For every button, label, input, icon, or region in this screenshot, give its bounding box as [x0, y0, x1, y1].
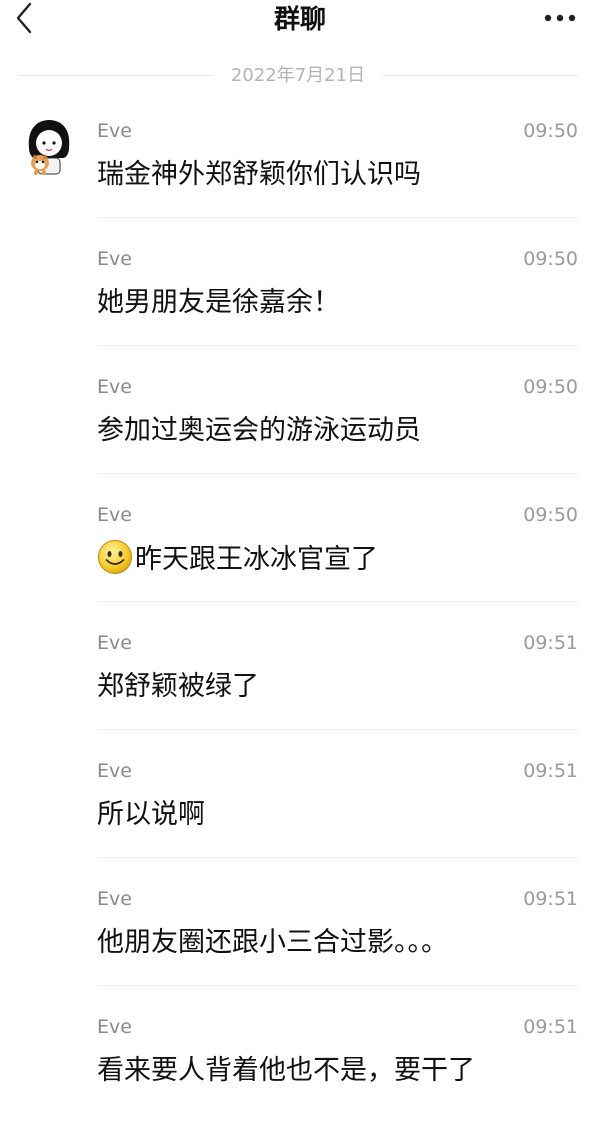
- message-item[interactable]: Eve 09:51 他朋友圈还跟小三合过影。。。: [0, 873, 600, 1001]
- sender-name: Eve: [97, 632, 132, 654]
- sender-name: Eve: [97, 376, 132, 398]
- message-text-with-emoji: 昨天跟王冰冰官宣了: [97, 539, 577, 580]
- sender-name: Eve: [97, 120, 132, 142]
- message-time: 09:50: [523, 248, 578, 270]
- message-item[interactable]: Eve 09:51 看来要人背着他也不是，要干了: [0, 1001, 600, 1129]
- smile-emoji-icon: [98, 540, 132, 574]
- message-item[interactable]: Eve 09:50 瑞金神外郑舒颖你们认识吗: [0, 105, 600, 233]
- sender-name: Eve: [97, 504, 132, 526]
- message-time: 09:50: [523, 504, 578, 526]
- message-list: Eve 09:50 瑞金神外郑舒颖你们认识吗 Eve 09:50 她男朋友是徐嘉…: [0, 105, 600, 1129]
- divider: [97, 729, 578, 730]
- message-item[interactable]: Eve 09:50 参加过奥运会的游泳运动员: [0, 361, 600, 489]
- divider: [97, 601, 578, 602]
- message-text: 参加过奥运会的游泳运动员: [97, 415, 421, 446]
- message-item[interactable]: Eve 09:50 她男朋友是徐嘉余！: [0, 233, 600, 361]
- more-dots-icon: [544, 14, 576, 22]
- message-text: 她男朋友是徐嘉余！: [97, 287, 340, 318]
- message-item[interactable]: Eve 09:50 昨天跟王冰冰官宣了: [0, 489, 600, 617]
- divider: [97, 345, 578, 346]
- divider: [97, 985, 578, 986]
- divider: [97, 217, 578, 218]
- back-button[interactable]: [6, 0, 46, 40]
- message-time: 09:50: [523, 376, 578, 398]
- divider: [97, 857, 578, 858]
- message-text: 看来要人背着他也不是，要干了: [97, 1055, 475, 1086]
- divider-right: [383, 75, 578, 76]
- message-time: 09:51: [523, 632, 578, 654]
- message-text: 昨天跟王冰冰官宣了: [135, 544, 378, 575]
- sender-name: Eve: [97, 248, 132, 270]
- message-time: 09:50: [523, 120, 578, 142]
- divider-left: [18, 75, 213, 76]
- message-text: 所以说啊: [97, 799, 205, 830]
- sender-name: Eve: [97, 888, 132, 910]
- message-text: 郑舒颖被绿了: [97, 671, 259, 702]
- message-time: 09:51: [523, 888, 578, 910]
- more-button[interactable]: [542, 8, 582, 28]
- sender-name: Eve: [97, 760, 132, 782]
- message-time: 09:51: [523, 760, 578, 782]
- sender-name: Eve: [97, 1016, 132, 1038]
- divider: [97, 473, 578, 474]
- date-separator: 2022年7月21日: [18, 64, 578, 88]
- date-label: 2022年7月21日: [230, 65, 366, 86]
- page-title: 群聊: [273, 5, 326, 35]
- message-item[interactable]: Eve 09:51 所以说啊: [0, 745, 600, 873]
- message-text: 他朋友圈还跟小三合过影。。。: [97, 927, 448, 958]
- message-item[interactable]: Eve 09:51 郑舒颖被绿了: [0, 617, 600, 745]
- nav-bar: 群聊: [0, 0, 600, 44]
- message-time: 09:51: [523, 1016, 578, 1038]
- message-text: 瑞金神外郑舒颖你们认识吗: [97, 159, 421, 190]
- chevron-left-icon: [16, 2, 32, 34]
